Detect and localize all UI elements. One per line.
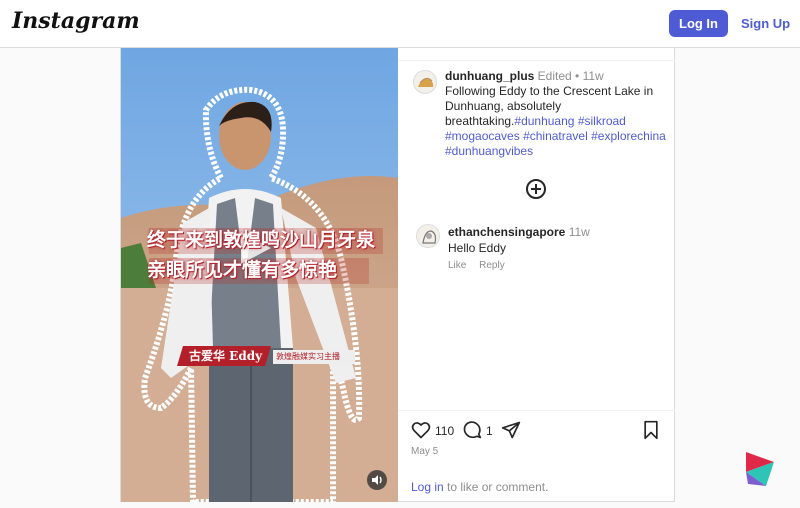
hashtag-link[interactable]: #mogaocaves [445, 129, 520, 143]
comment-text: Hello Eddy [448, 241, 507, 255]
subtitle-line-1: 终于来到敦煌鸣沙山月牙泉 [147, 229, 376, 251]
subtitle-line-2: 亲眼所见才懂有多惊艳 [147, 259, 338, 281]
post-date: May 5 [411, 446, 439, 457]
hashtag-link[interactable]: #chinatravel [523, 129, 588, 143]
comment-reply-link[interactable]: Reply [479, 260, 505, 271]
post-time[interactable]: 11w [583, 69, 604, 83]
share-icon[interactable] [501, 420, 521, 445]
load-more-comments-plus-icon[interactable] [526, 179, 546, 199]
login-prompt-text: to like or comment. [443, 480, 549, 494]
comment-item: ethanchensingapore 11w Hello Eddy [448, 224, 668, 256]
meta-separator: • [575, 69, 580, 83]
post-caption: dunhuang_plus Edited • 11w Following Edd… [445, 69, 670, 159]
hashtag-link[interactable]: #silkroad [578, 114, 626, 128]
edited-label: Edited [537, 69, 572, 83]
presenter-name-tag: 古爱华 Eddy [189, 349, 263, 363]
video-player[interactable]: 终于来到敦煌鸣沙山月牙泉 亲眼所见才懂有多惊艳 古爱华 Eddy 敦煌融媒实习主… [121, 48, 398, 502]
author-avatar[interactable] [413, 70, 437, 94]
comment-icon[interactable] [462, 420, 482, 445]
login-prompt-link[interactable]: Log in [411, 480, 444, 494]
commenter-avatar[interactable] [416, 224, 440, 248]
presenter-role-tag: 敦煌融媒实习主播 [276, 352, 340, 361]
commenter-username[interactable]: ethanchensingapore [448, 225, 565, 239]
hashtag-link[interactable]: #explorechina [591, 129, 666, 143]
login-button[interactable]: Log In [669, 10, 728, 37]
sound-icon[interactable] [367, 470, 387, 490]
comment-actions: Like Reply [448, 260, 515, 271]
post-card: 终于来到敦煌鸣沙山月牙泉 亲眼所见才懂有多惊艳 古爱华 Eddy 敦煌融媒实习主… [120, 48, 675, 502]
signup-link[interactable]: Sign Up [741, 16, 790, 31]
divider [399, 60, 675, 61]
comment-like-link[interactable]: Like [448, 260, 466, 271]
comment-time: 11w [568, 225, 590, 239]
author-username[interactable]: dunhuang_plus [445, 69, 534, 83]
comment-count[interactable]: 1 [486, 424, 493, 438]
post-details-panel: dunhuang_plus Edited • 11w Following Edd… [399, 48, 675, 502]
login-prompt: Log in to like or comment. [411, 480, 548, 494]
like-count[interactable]: 110 [435, 424, 454, 438]
heart-icon[interactable] [411, 420, 431, 445]
top-bar: Instagram Log In Sign Up [0, 0, 800, 48]
divider [399, 410, 675, 411]
brand-logo-icon [744, 450, 780, 488]
hashtag-link[interactable]: #dunhuangvibes [445, 144, 533, 158]
hashtag-link[interactable]: #dunhuang [514, 114, 574, 128]
bookmark-icon[interactable] [641, 420, 661, 445]
instagram-logo[interactable]: Instagram [12, 8, 140, 34]
